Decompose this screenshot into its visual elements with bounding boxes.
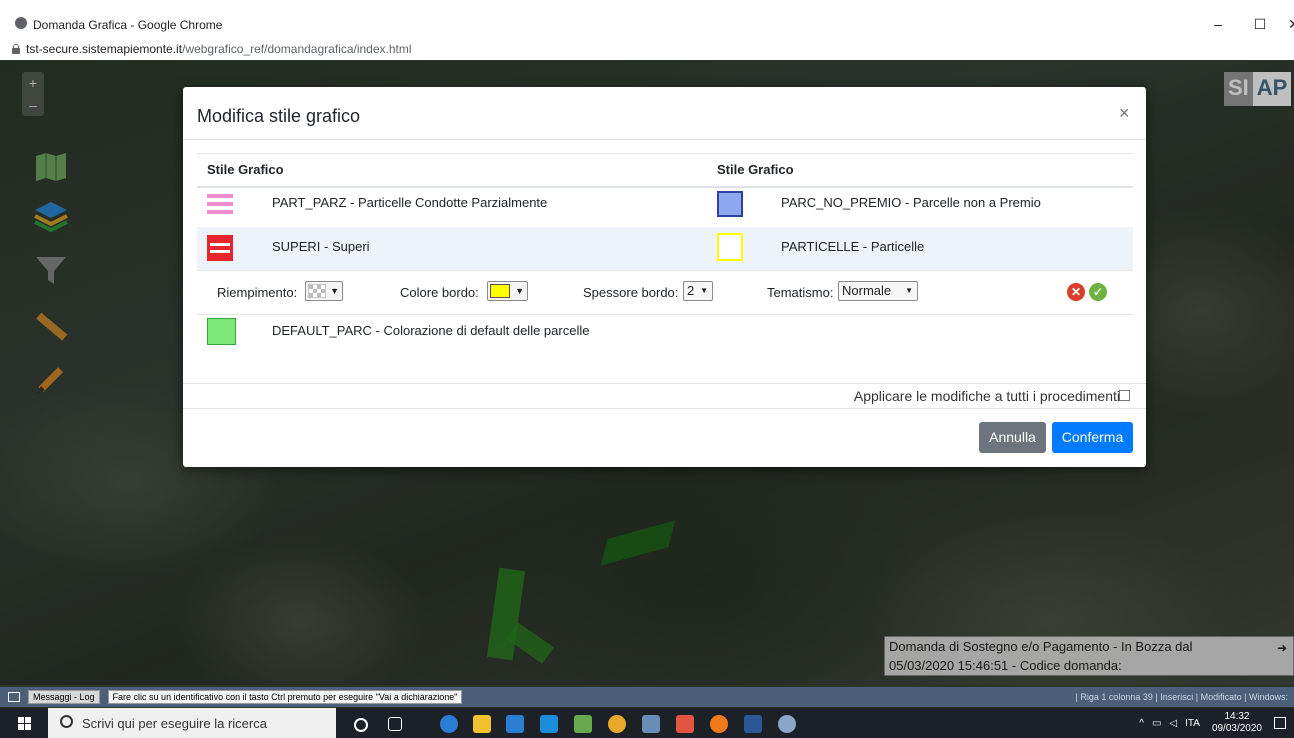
status-hint: Fare clic su un identificativo con il ta… [107,690,463,704]
style-edit-row: Riempimento: ▼ Colore bordo: ▼ Spessore … [197,270,1133,315]
style-row[interactable]: PART_PARZ - Particelle Condotte Parzialm… [197,185,1133,227]
clock-time: 14:32 [1224,711,1250,722]
app-icon[interactable] [676,715,694,733]
apply-all-checkbox[interactable] [1119,390,1130,401]
cancel-button[interactable]: Annulla [979,422,1046,453]
border-color-picker[interactable]: ▼ [487,281,528,301]
search-icon [60,715,73,728]
dialog-title: Modifica stile grafico [197,106,361,126]
volume-icon[interactable]: ◁ [1169,718,1177,729]
thickness-label: Spessore bordo: [583,285,679,300]
minimize-button[interactable]: – [1208,16,1228,32]
lock-icon [12,44,20,54]
theme-label: Tematismo: [767,285,834,300]
app-icon[interactable] [778,715,796,733]
border-color-label: Colore bordo: [400,285,479,300]
browser-titlebar: Domanda Grafica - Google Chrome – ☐ ✕ [0,0,1294,41]
style-row-selected[interactable]: SUPERI - Superi PARTICELLE - Particelle [197,227,1133,270]
clock[interactable]: 14:32 09/03/2020 [1212,711,1262,735]
log-window-icon [8,692,20,702]
column-header: Stile Grafico [717,162,794,177]
style-grid-header: Stile Grafico Stile Grafico [197,153,1133,188]
window-title: Domanda Grafica - Google Chrome [33,18,223,32]
thickness-value: 2 [687,283,695,298]
style-label: PARTICELLE - Particelle [781,239,925,254]
network-icon[interactable]: ▭ [1152,718,1161,729]
confirm-edit-icon[interactable]: ✓ [1089,283,1107,301]
style-dialog: Modifica stile grafico × Stile Grafico S… [183,87,1146,467]
file-explorer-icon[interactable] [473,715,491,733]
theme-value: Normale [842,283,892,298]
url-path: /webgrafico_ref/domandagrafica/index.htm… [182,42,412,56]
chevron-down-icon: ▼ [700,286,708,295]
system-tray: ^ ▭ ◁ ITA 14:32 09/03/2020 [1139,708,1286,738]
log-button[interactable]: Messaggi - Log [28,690,100,704]
apply-all-label: Applicare le modifiche a tutti i procedi… [853,388,1120,404]
striped-pattern-swatch [207,194,233,214]
cancel-edit-icon[interactable]: ✕ [1067,283,1085,301]
chevron-down-icon: ▼ [330,286,339,296]
column-header: Stile Grafico [207,162,284,177]
style-row[interactable]: DEFAULT_PARC - Colorazione di default de… [197,313,1133,353]
search-placeholder: Scrivi qui per eseguire la ricerca [82,716,267,731]
striped-pattern-swatch [207,235,233,261]
fill-label: Riempimento: [217,285,298,300]
dialog-header: Modifica stile grafico × [183,87,1146,140]
app-statusbar: Messaggi - Log Fare clic su un identific… [0,687,1294,707]
close-icon[interactable]: × [1119,103,1130,123]
maximize-button[interactable]: ☐ [1250,16,1270,32]
language-indicator[interactable]: ITA [1185,718,1200,729]
chevron-down-icon: ▼ [515,286,524,296]
fill-picker[interactable]: ▼ [305,281,343,301]
chevron-down-icon: ▼ [905,286,913,295]
store-icon[interactable] [506,715,524,733]
cortana-icon[interactable] [354,718,368,732]
chevron-up-icon[interactable]: ^ [1139,718,1144,729]
apply-all-row: Applicare le modifiche a tutti i procedi… [183,383,1146,409]
clock-date: 09/03/2020 [1211,723,1262,734]
color-swatch [717,233,743,261]
task-view-icon[interactable] [388,717,402,731]
color-swatch [207,318,236,345]
firefox-icon[interactable] [710,715,728,733]
style-label: DEFAULT_PARC - Colorazione di default de… [272,323,590,338]
windows-start-icon[interactable] [18,717,31,730]
style-label: PART_PARZ - Particelle Condotte Parzialm… [272,195,548,210]
confirm-button[interactable]: Conferma [1052,422,1133,453]
chrome-taskbar-icon[interactable] [608,715,626,733]
notepad-icon[interactable] [574,715,592,733]
color-swatch [717,191,743,217]
taskbar-search[interactable]: Scrivi qui per eseguire la ricerca [48,708,336,738]
editor-status: | Riga 1 colonna 39 | Inserisci | Modifi… [1075,692,1288,702]
thickness-select[interactable]: 2 ▼ [683,281,713,301]
windows-taskbar: Scrivi qui per eseguire la ricerca ^ ▭ ◁… [0,708,1294,738]
edge-icon[interactable] [440,715,458,733]
chrome-icon [15,17,27,29]
statusbar-left: Messaggi - Log Fare clic su un identific… [8,690,463,704]
notification-icon[interactable] [1274,717,1286,729]
style-label: SUPERI - Superi [272,239,370,254]
app-icon[interactable] [642,715,660,733]
close-window-button[interactable]: ✕ [1284,16,1294,32]
checkerboard-icon [308,284,326,298]
url-host: tst-secure.sistemapiemonte.it [26,42,183,56]
url-text[interactable]: tst-secure.sistemapiemonte.it/webgrafico… [26,42,412,56]
mail-icon[interactable] [540,715,558,733]
word-icon[interactable] [744,715,762,733]
style-label: PARC_NO_PREMIO - Parcelle non a Premio [781,195,1041,210]
theme-select[interactable]: Normale ▼ [838,281,918,301]
border-color-swatch [490,284,510,298]
